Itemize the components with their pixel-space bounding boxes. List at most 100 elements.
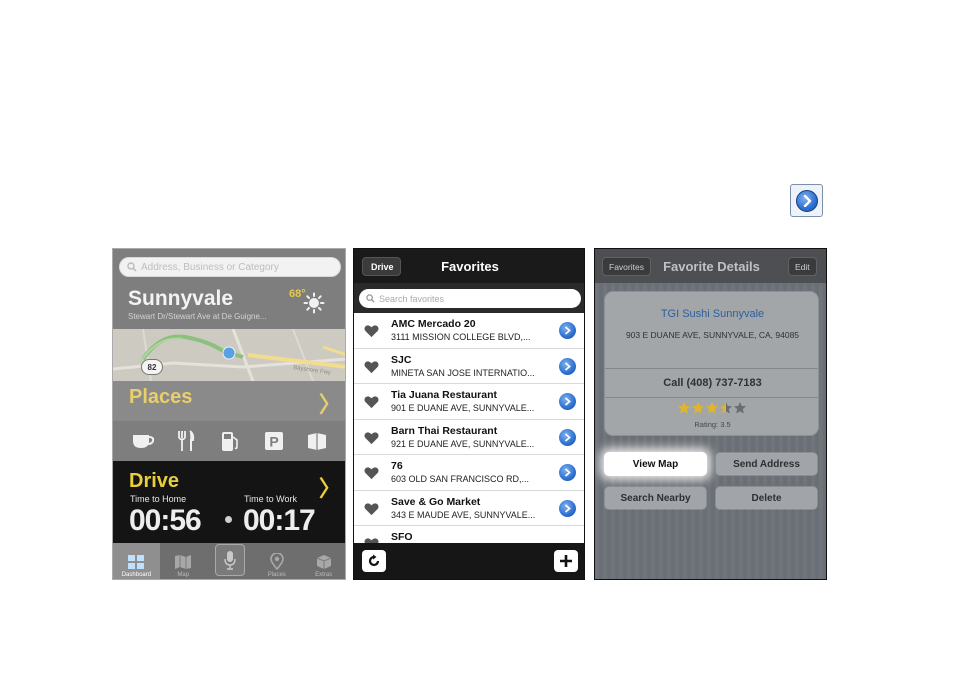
- extras-box-icon: [316, 555, 331, 569]
- tab-map[interactable]: Map: [160, 543, 207, 579]
- chevron-right-icon: [564, 432, 571, 442]
- refresh-icon: [368, 554, 380, 567]
- map-icon: [175, 555, 192, 569]
- search-input[interactable]: Address, Business or Category: [119, 257, 341, 277]
- time-to-home-label: Time to Home: [130, 494, 187, 504]
- search-placeholder: Address, Business or Category: [141, 261, 279, 273]
- send-address-button[interactable]: Send Address: [715, 452, 818, 476]
- heart-icon: [364, 360, 379, 373]
- tab-voice[interactable]: [207, 543, 254, 579]
- place-details-card: TGI Sushi Sunnyvale 903 E DUANE AVE, SUN…: [604, 291, 819, 436]
- search-placeholder: Search favorites: [379, 293, 445, 304]
- place-categories: P: [113, 423, 345, 459]
- current-street: Stewart Dr/Stewart Ave at De Guigne...: [128, 312, 267, 321]
- add-favorite-button[interactable]: [554, 550, 578, 572]
- time-separator-dot: [225, 516, 232, 523]
- microphone-button[interactable]: [214, 544, 245, 576]
- chevron-right-icon: [564, 503, 571, 513]
- search-icon: [366, 294, 375, 303]
- list-item[interactable]: AMC Mercado 20 3111 MISSION COLLEGE BLVD…: [354, 313, 584, 349]
- detail-disclosure-button[interactable]: [559, 322, 576, 339]
- item-address: 343 E MAUDE AVE, SUNNYVALE...: [391, 509, 536, 520]
- tab-label: Places: [267, 572, 286, 578]
- search-nearby-button[interactable]: Search Nearby: [604, 486, 707, 510]
- time-to-work-value: 00:17: [243, 504, 316, 537]
- location-pin-icon: [269, 553, 284, 570]
- route-shield: 82: [141, 359, 163, 375]
- heart-icon: [364, 431, 379, 444]
- mini-map[interactable]: Bayshore Fwy 82: [113, 329, 345, 381]
- item-address: MINETA SAN JOSE INTERNATIO...: [391, 367, 535, 378]
- coffee-icon[interactable]: [130, 428, 156, 454]
- delete-button[interactable]: Delete: [715, 486, 818, 510]
- chevron-right-icon: [795, 189, 818, 212]
- list-item[interactable]: Save & Go Market 343 E MAUDE AVE, SUNNYV…: [354, 490, 584, 526]
- detail-disclosure-button[interactable]: [559, 357, 576, 375]
- drive-chevron-icon: 〉: [319, 476, 342, 501]
- microphone-icon: [224, 551, 236, 570]
- heart-icon: [364, 502, 379, 515]
- refresh-button[interactable]: [362, 550, 386, 572]
- list-item[interactable]: Barn Thai Restaurant 921 E DUANE AVE, SU…: [354, 419, 584, 455]
- detail-disclosure-button[interactable]: [559, 393, 576, 410]
- tab-extras[interactable]: Extras: [300, 543, 345, 579]
- divider: [605, 397, 818, 398]
- place-name-link[interactable]: TGI Sushi Sunnyvale: [605, 308, 818, 320]
- sunny-weather-icon: [303, 292, 325, 314]
- dashboard-screen: Address, Business or Category Sunnyvale …: [112, 248, 346, 580]
- time-to-work-label: Time to Work: [244, 494, 298, 504]
- tab-label: Extras: [315, 572, 333, 578]
- nav-bar: Drive Favorites: [354, 249, 584, 283]
- time-to-home-value: 00:56: [129, 504, 202, 537]
- place-address: 903 E DUANE AVE, SUNNYVALE, CA, 94085: [625, 330, 800, 340]
- page-title: Favorites: [441, 259, 499, 274]
- tab-dashboard[interactable]: Dashboard: [113, 543, 160, 579]
- places-label: Places: [129, 386, 193, 408]
- bottom-toolbar: [354, 543, 584, 579]
- view-map-button[interactable]: View Map: [604, 452, 707, 476]
- list-item[interactable]: Tia Juana Restaurant 901 E DUANE AVE, SU…: [354, 384, 584, 420]
- list-item[interactable]: SJC MINETA SAN JOSE INTERNATIO...: [354, 348, 584, 384]
- list-item[interactable]: 76 603 OLD SAN FRANCISCO RD,...: [354, 455, 584, 491]
- item-name: SJC: [391, 353, 412, 366]
- edit-button[interactable]: Edit: [788, 257, 817, 276]
- tab-bar: Dashboard Map Places Extras: [113, 543, 345, 579]
- heart-icon: [364, 396, 379, 409]
- tab-label: Map: [177, 572, 190, 578]
- item-address: 921 E DUANE AVE, SUNNYVALE...: [391, 438, 535, 449]
- search-icon: [127, 262, 137, 272]
- star-rating: [605, 401, 818, 418]
- detail-disclosure-button[interactable]: [559, 428, 576, 446]
- tab-label: Dashboard: [121, 572, 152, 578]
- item-name: SFO: [391, 531, 413, 543]
- search-favorites-input[interactable]: Search favorites: [359, 289, 581, 308]
- gas-station-icon[interactable]: [217, 428, 243, 454]
- dashboard-icon: [128, 555, 145, 569]
- places-chevron-icon: 〉: [319, 392, 342, 417]
- disclosure-chevron-button[interactable]: [790, 184, 823, 217]
- rating-text: Rating: 3.5: [694, 420, 731, 429]
- favorite-details-screen: Favorites Favorite Details Edit TGI Sush…: [594, 248, 827, 580]
- item-name: Save & Go Market: [391, 495, 481, 508]
- chevron-right-icon: [564, 326, 571, 335]
- tab-places[interactable]: Places: [253, 543, 300, 579]
- heart-icon: [364, 467, 379, 480]
- favorites-list: AMC Mercado 20 3111 MISSION COLLEGE BLVD…: [354, 313, 584, 543]
- item-address: 3111 MISSION COLLEGE BLVD,...: [391, 332, 531, 342]
- chevron-right-icon: [564, 361, 571, 371]
- call-button[interactable]: Call (408) 737-7183: [605, 377, 818, 389]
- item-name: 76: [391, 460, 403, 472]
- list-item[interactable]: SFO: [354, 526, 584, 543]
- detail-disclosure-button[interactable]: [559, 464, 576, 481]
- item-address: 901 E DUANE AVE, SUNNYVALE...: [391, 403, 535, 413]
- restaurant-icon[interactable]: [173, 428, 199, 454]
- item-name: Barn Thai Restaurant: [391, 424, 498, 437]
- more-places-icon[interactable]: [304, 428, 330, 454]
- favorites-screen: Drive Favorites Search favorites AMC Mer…: [353, 248, 585, 580]
- item-address: 603 OLD SAN FRANCISCO RD,...: [391, 474, 530, 484]
- detail-disclosure-button[interactable]: [559, 499, 576, 517]
- divider: [605, 368, 818, 369]
- parking-icon[interactable]: P: [261, 428, 287, 454]
- rating-stars-icon: [677, 402, 746, 414]
- nav-bar: Favorites Favorite Details Edit: [595, 249, 826, 283]
